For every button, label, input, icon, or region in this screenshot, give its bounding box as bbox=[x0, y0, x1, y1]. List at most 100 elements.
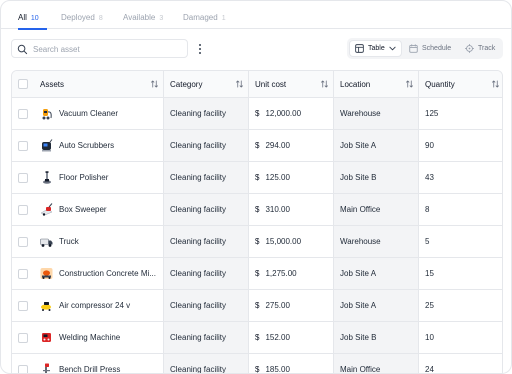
sort-icon[interactable] bbox=[492, 80, 499, 88]
row-select-cell bbox=[12, 162, 33, 193]
asset-cell[interactable]: Welding Machine bbox=[33, 322, 163, 353]
row-checkbox[interactable] bbox=[18, 108, 28, 119]
location-cell: Job Site A bbox=[333, 290, 418, 321]
category-cell: Cleaning facility bbox=[163, 322, 248, 353]
location-cell: Main Office bbox=[333, 354, 418, 373]
quantity-cell: 10 bbox=[418, 322, 502, 353]
col-assets-label: Assets bbox=[40, 79, 65, 89]
col-category-label: Category bbox=[170, 79, 203, 89]
category-cell: Cleaning facility bbox=[163, 354, 248, 374]
tab-all[interactable]: All 10 bbox=[18, 13, 47, 30]
asset-cell[interactable]: Auto Scrubbers bbox=[33, 130, 163, 161]
more-options-icon[interactable] bbox=[194, 41, 206, 56]
category-text: Cleaning facility bbox=[170, 333, 227, 342]
unit-cost-text: 125.00 bbox=[265, 173, 290, 182]
table-row[interactable]: Construction Concrete Mi... Cleaning faci… bbox=[12, 258, 502, 290]
row-checkbox[interactable] bbox=[18, 204, 28, 215]
asset-name: Air compressor 24 v bbox=[59, 301, 131, 310]
view-table-button[interactable]: Table bbox=[349, 40, 402, 57]
col-location-header[interactable]: Location bbox=[333, 71, 418, 97]
table-row[interactable]: Floor Polisher Cleaning facility $125.00 Jo… bbox=[12, 162, 502, 194]
col-assets-header[interactable]: Assets bbox=[33, 71, 163, 97]
unit-cost-cell: $125.00 bbox=[248, 162, 333, 193]
currency-symbol: $ bbox=[255, 333, 260, 342]
view-track-label: Track bbox=[478, 45, 496, 52]
col-unit-cost-header[interactable]: Unit cost bbox=[248, 71, 333, 97]
sort-icon[interactable] bbox=[236, 80, 243, 88]
row-select-cell bbox=[12, 194, 33, 225]
asset-cell[interactable]: Vacuum Cleaner bbox=[33, 98, 163, 129]
unit-cost-cell: $15,000.00 bbox=[248, 226, 333, 257]
welder-icon bbox=[42, 333, 51, 342]
unit-cost-text: 294.00 bbox=[265, 141, 290, 150]
table-row[interactable]: Vacuum Cleaner Cleaning facility $12,000.0… bbox=[12, 98, 502, 130]
row-checkbox[interactable] bbox=[18, 332, 28, 343]
asset-name: Bench Drill Press bbox=[59, 365, 121, 374]
unit-cost-text: 152.00 bbox=[265, 333, 290, 342]
search-input[interactable] bbox=[33, 42, 183, 56]
tab-damaged[interactable]: Damaged 1 bbox=[183, 13, 226, 29]
row-select-cell bbox=[12, 354, 33, 373]
table-row[interactable]: Truck Cleaning facility $15,000.00 Warehous… bbox=[12, 226, 502, 258]
unit-cost-cell: $310.00 bbox=[248, 194, 333, 225]
category-text: Cleaning facility bbox=[170, 141, 227, 150]
tab-label: Damaged bbox=[183, 13, 218, 22]
asset-cell[interactable]: Box Sweeper bbox=[33, 194, 163, 225]
tab-label: All bbox=[18, 13, 27, 22]
category-cell: Cleaning facility bbox=[163, 226, 248, 257]
category-text: Cleaning facility bbox=[170, 205, 227, 214]
quantity-cell: 8 bbox=[418, 194, 502, 225]
location-text: Job Site B bbox=[340, 333, 377, 342]
table-row[interactable]: Box Sweeper Cleaning facility $310.00 Main … bbox=[12, 194, 502, 226]
sort-icon[interactable] bbox=[151, 80, 158, 88]
view-schedule-button[interactable]: Schedule bbox=[404, 40, 456, 57]
unit-cost-text: 15,000.00 bbox=[265, 237, 302, 246]
tab-count: 3 bbox=[159, 15, 164, 22]
quantity-cell: 24 bbox=[418, 354, 502, 373]
asset-cell[interactable]: Bench Drill Press bbox=[33, 354, 163, 374]
table-row[interactable]: Welding Machine Cleaning facility $152.00 J… bbox=[12, 322, 502, 354]
row-select-cell bbox=[12, 322, 33, 353]
row-select-cell bbox=[12, 290, 33, 321]
quantity-text: 10 bbox=[425, 333, 434, 342]
row-checkbox[interactable] bbox=[18, 172, 28, 183]
table-row[interactable]: Air compressor 24 v Cleaning facility $275… bbox=[12, 290, 502, 322]
category-text: Cleaning facility bbox=[170, 365, 227, 374]
row-checkbox[interactable] bbox=[18, 140, 28, 151]
quantity-cell: 5 bbox=[418, 226, 502, 257]
tab-label: Available bbox=[123, 13, 156, 22]
location-text: Job Site A bbox=[340, 301, 377, 310]
table-row[interactable]: Bench Drill Press Cleaning facility $185.0… bbox=[12, 354, 502, 374]
asset-cell[interactable]: Floor Polisher bbox=[33, 162, 163, 193]
asset-cell[interactable]: Truck bbox=[33, 226, 163, 257]
asset-cell[interactable]: Construction Concrete Mi... bbox=[33, 258, 163, 289]
quantity-cell: 125 bbox=[418, 98, 502, 129]
category-text: Cleaning facility bbox=[170, 301, 227, 310]
sort-icon[interactable] bbox=[321, 80, 328, 88]
currency-symbol: $ bbox=[255, 301, 260, 310]
quantity-text: 8 bbox=[425, 205, 430, 214]
row-checkbox[interactable] bbox=[18, 364, 28, 373]
col-category-header[interactable]: Category bbox=[163, 71, 248, 97]
category-cell: Cleaning facility bbox=[163, 290, 248, 321]
row-checkbox[interactable] bbox=[18, 300, 28, 311]
quantity-text: 15 bbox=[425, 269, 434, 278]
row-checkbox[interactable] bbox=[18, 268, 28, 279]
table-row[interactable]: Auto Scrubbers Cleaning facility $294.00 Jo… bbox=[12, 130, 502, 162]
quantity-text: 90 bbox=[425, 141, 434, 150]
row-select-cell bbox=[12, 98, 33, 129]
row-checkbox[interactable] bbox=[18, 236, 28, 247]
asset-cell[interactable]: Air compressor 24 v bbox=[33, 290, 163, 321]
view-table-label: Table bbox=[368, 45, 385, 52]
col-quantity-header[interactable]: Quantity bbox=[418, 71, 502, 97]
unit-cost-text: 310.00 bbox=[265, 205, 290, 214]
location-text: Job Site A bbox=[340, 141, 377, 150]
tab-label: Deployed bbox=[61, 13, 95, 22]
asset-name: Floor Polisher bbox=[59, 173, 109, 182]
sort-icon[interactable] bbox=[406, 80, 413, 88]
tab-available[interactable]: Available 3 bbox=[123, 13, 163, 29]
select-all-checkbox[interactable] bbox=[18, 79, 28, 89]
tab-deployed[interactable]: Deployed 8 bbox=[61, 13, 103, 29]
view-track-button[interactable]: Track bbox=[460, 40, 500, 57]
asset-name: Construction Concrete Mi... bbox=[59, 269, 156, 278]
